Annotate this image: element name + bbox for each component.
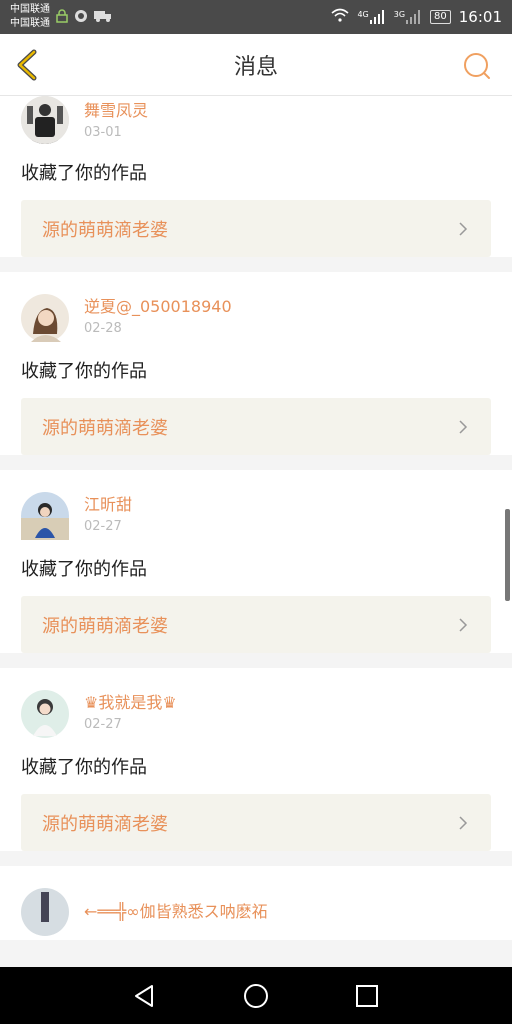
carrier-labels: 中国联通 中国联通 — [10, 3, 50, 31]
card-header: 江昕甜 02-27 — [21, 488, 491, 544]
user-info: ←══╬∞伽皆熟悉ス呐麽祏 — [84, 901, 268, 923]
card-header: ←══╬∞伽皆熟悉ス呐麽祏 — [21, 884, 491, 940]
user-info: 逆夏@_050018940 02-28 — [84, 296, 232, 340]
card-header: ♛我就是我♛ 02-27 — [21, 686, 491, 742]
page-title: 消息 — [233, 54, 278, 80]
user-name[interactable]: ←══╬∞伽皆熟悉ス呐麽祏 — [84, 901, 268, 923]
system-home-button[interactable] — [242, 982, 270, 1010]
notification-text: 收藏了你的作品 — [21, 559, 147, 580]
user-info: 江昕甜 02-27 — [84, 494, 132, 538]
chevron-right-icon — [459, 419, 468, 434]
notification-text: 收藏了你的作品 — [21, 163, 147, 184]
card-header: 逆夏@_050018940 02-28 — [21, 290, 491, 346]
avatar[interactable] — [21, 96, 69, 144]
home-circle-icon — [243, 983, 268, 1008]
work-title: 源的萌萌滴老婆 — [42, 813, 168, 835]
notification-icons — [56, 8, 112, 26]
card-header: 舞雪凤灵 03-01 — [21, 96, 491, 148]
user-info: ♛我就是我♛ 02-27 — [84, 692, 177, 736]
signal-icon-2: 3G — [394, 10, 422, 24]
notification-date: 02-28 — [84, 321, 122, 336]
chevron-right-icon — [459, 221, 468, 236]
notification-date: 03-01 — [84, 125, 122, 140]
chevron-right-icon — [459, 815, 468, 830]
notification-card: 逆夏@_050018940 02-28 收藏了你的作品 源的萌萌滴老婆 — [0, 272, 512, 455]
notification-card: 江昕甜 02-27 收藏了你的作品 源的萌萌滴老婆 — [0, 470, 512, 653]
recents-square-icon — [355, 984, 378, 1007]
system-nav-bar — [0, 967, 512, 1024]
carrier-2: 中国联通 — [10, 18, 50, 29]
chevron-right-icon — [459, 617, 468, 632]
avatar-image — [21, 492, 69, 540]
avatar[interactable] — [21, 888, 69, 936]
notification-date: 02-27 — [84, 519, 122, 534]
user-name[interactable]: 江昕甜 — [84, 494, 132, 516]
network-type-1: 4G — [357, 10, 369, 19]
battery-indicator: 80 — [430, 10, 451, 24]
avatar-image — [21, 888, 69, 936]
avatar-image — [21, 96, 69, 144]
work-link[interactable]: 源的萌萌滴老婆 — [21, 596, 491, 653]
work-link[interactable]: 源的萌萌滴老婆 — [21, 794, 491, 851]
app-icon — [74, 9, 88, 26]
truck-icon — [94, 10, 112, 25]
avatar-image — [21, 690, 69, 738]
nav-bar: 消息 — [0, 34, 512, 96]
work-title: 源的萌萌滴老婆 — [42, 219, 168, 241]
avatar-image — [21, 294, 69, 342]
clock: 16:01 — [458, 8, 502, 26]
search-button[interactable] — [462, 51, 492, 81]
avatar[interactable] — [21, 294, 69, 342]
notification-text: 收藏了你的作品 — [21, 361, 147, 382]
signal-icon-1: 4G — [357, 10, 385, 24]
lock-icon — [56, 8, 68, 26]
notification-card: 舞雪凤灵 03-01 收藏了你的作品 源的萌萌滴老婆 — [0, 96, 512, 257]
back-button[interactable] — [12, 48, 46, 82]
chevron-left-icon — [17, 49, 37, 81]
status-right: 4G 3G 80 16:01 — [331, 8, 502, 26]
search-icon — [464, 53, 490, 79]
work-title: 源的萌萌滴老婆 — [42, 417, 168, 439]
notification-card: ←══╬∞伽皆熟悉ス呐麽祏 — [0, 866, 512, 940]
notification-text: 收藏了你的作品 — [21, 757, 147, 778]
message-list[interactable]: 舞雪凤灵 03-01 收藏了你的作品 源的萌萌滴老婆 逆夏@_050018940 — [0, 96, 512, 967]
user-name[interactable]: 逆夏@_050018940 — [84, 296, 232, 318]
carrier-1: 中国联通 — [10, 4, 50, 15]
user-name[interactable]: ♛我就是我♛ — [84, 692, 177, 714]
status-bar: 中国联通 中国联通 4G 3G 80 16:01 — [0, 0, 512, 34]
wifi-icon — [331, 8, 349, 26]
user-name[interactable]: 舞雪凤灵 — [84, 100, 148, 122]
notification-date: 02-27 — [84, 717, 122, 732]
work-link[interactable]: 源的萌萌滴老婆 — [21, 398, 491, 455]
back-triangle-icon — [135, 984, 154, 1007]
system-recents-button[interactable] — [353, 982, 381, 1010]
work-title: 源的萌萌滴老婆 — [42, 615, 168, 637]
notification-card: ♛我就是我♛ 02-27 收藏了你的作品 源的萌萌滴老婆 — [0, 668, 512, 851]
scrollbar-thumb[interactable] — [505, 509, 510, 601]
avatar[interactable] — [21, 492, 69, 540]
network-type-2: 3G — [393, 10, 406, 19]
avatar[interactable] — [21, 690, 69, 738]
system-back-button[interactable] — [131, 982, 159, 1010]
user-info: 舞雪凤灵 03-01 — [84, 100, 148, 144]
work-link[interactable]: 源的萌萌滴老婆 — [21, 200, 491, 257]
